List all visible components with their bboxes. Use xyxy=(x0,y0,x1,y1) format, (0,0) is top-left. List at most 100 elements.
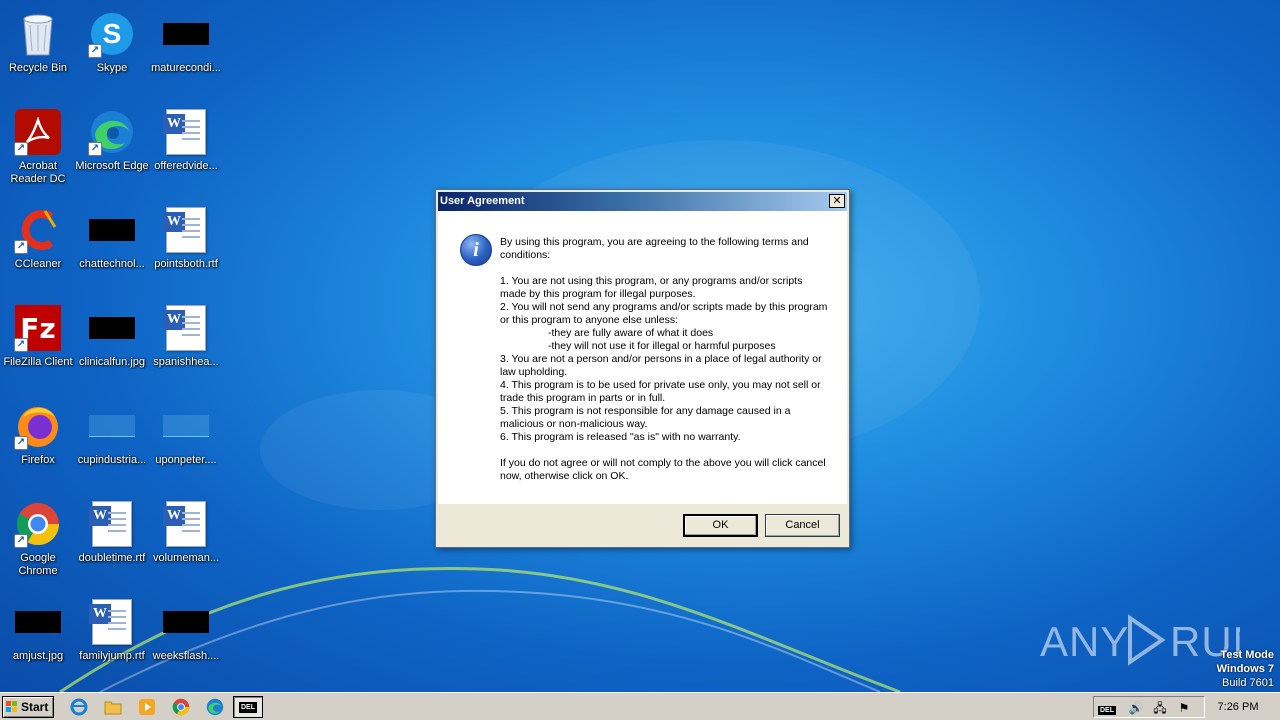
edge-taskbar-icon[interactable] xyxy=(204,697,226,717)
ccleaner-icon: ↗ xyxy=(14,206,62,254)
dialog-body: i By using this program, you are agreein… xyxy=(438,211,847,504)
filezilla-icon: Fz ↗ xyxy=(14,304,62,352)
desktop-icon-label: offeredvide... xyxy=(154,160,218,172)
agreement-subterm: -they will not use it for illegal or har… xyxy=(548,340,776,352)
desktop-icon-label: amjust.jpg xyxy=(12,650,64,662)
word-document-icon: W xyxy=(162,206,210,254)
word-document-icon: W xyxy=(162,304,210,352)
desktop-icon-cupindustria[interactable]: cupindustria... xyxy=(74,396,150,488)
desktop-icon-familyjump[interactable]: W familyjump.rtf xyxy=(74,592,150,684)
desktop-icon-doubletime[interactable]: W doubletime.rtf xyxy=(74,494,150,586)
app-badge: DEL xyxy=(239,701,257,713)
desktop-icon-label: maturecondi... xyxy=(151,62,221,74)
agreement-closing: If you do not agree or will not comply t… xyxy=(500,457,829,482)
ok-button[interactable]: OK xyxy=(683,514,758,537)
desktop-icon-label: Acrobat Reader DC xyxy=(10,160,66,185)
desktop-icon-label: familyjump.rtf xyxy=(79,650,145,662)
desktop-icon-offeredvide[interactable]: W offeredvide... xyxy=(148,102,224,194)
agreement-term: 2. You will not send any programs and/or… xyxy=(500,301,831,326)
shortcut-arrow-icon: ↗ xyxy=(14,142,28,156)
desktop-icon-label: Skype xyxy=(96,62,128,74)
user-agreement-dialog: User Agreement ✕ i By using this program… xyxy=(435,189,850,548)
edge-icon: ↗ xyxy=(88,108,136,156)
desktop-icon-amjust[interactable]: amjust.jpg xyxy=(0,592,76,684)
start-label: Start xyxy=(21,700,49,714)
desktop-icon-edge[interactable]: ↗ Microsoft Edge xyxy=(74,102,150,194)
agreement-term: 4. This program is to be used for privat… xyxy=(500,379,824,404)
desktop-icon-chattechnol[interactable]: chattechnol... xyxy=(74,200,150,292)
agreement-term: 6. This program is released "as is" with… xyxy=(500,431,741,443)
word-document-icon: W xyxy=(162,500,210,548)
desktop-icon-volumeman[interactable]: W volumeman... xyxy=(148,494,224,586)
desktop-icon-skype[interactable]: S ↗ Skype xyxy=(74,4,150,96)
taskbar-active-app[interactable]: DEL xyxy=(233,696,263,718)
agreement-subterm: -they are fully aware of what it does xyxy=(548,327,714,339)
desktop-icon-firefox[interactable]: ↗ Firefox xyxy=(0,396,76,488)
desktop-icon-acrobat-reader[interactable]: ↗ Acrobat Reader DC xyxy=(0,102,76,194)
test-mode-notice: Test Mode Windows 7 Build 7601 xyxy=(1217,648,1274,690)
agreement-intro: By using this program, you are agreeing … xyxy=(500,236,812,261)
taskbar: Start DEL DEL 🔊 🖧 ⚑ 7:26 PM xyxy=(0,692,1280,720)
os-name-line: Windows 7 xyxy=(1216,663,1274,675)
image-file-icon xyxy=(162,598,210,646)
agreement-term: 1. You are not using this program, or an… xyxy=(500,275,806,300)
desktop-icon-label: Google Chrome xyxy=(18,552,58,577)
file-explorer-icon[interactable] xyxy=(102,697,124,717)
tray-app-icon[interactable]: DEL xyxy=(1098,700,1116,716)
word-document-icon: W xyxy=(88,500,136,548)
windows-flag-icon xyxy=(6,701,18,713)
desktop-icon-label: cupindustria... xyxy=(77,454,147,466)
build-line: Build 7601 xyxy=(1222,677,1274,689)
desktop-icon-label: spanishhea... xyxy=(153,356,219,368)
desktop-icon-label: FileZilla Client xyxy=(3,356,73,368)
agreement-term: 5. This program is not responsible for a… xyxy=(500,405,794,430)
desktop-icon-label: clinicalfun.jpg xyxy=(78,356,146,368)
file-icon xyxy=(88,402,136,450)
shortcut-arrow-icon: ↗ xyxy=(14,534,28,548)
desktop-icon-uponpeter[interactable]: uponpeter.... xyxy=(148,396,224,488)
word-document-icon: W xyxy=(88,598,136,646)
start-button[interactable]: Start xyxy=(2,696,54,718)
cancel-button[interactable]: Cancel xyxy=(765,514,840,537)
dialog-titlebar[interactable]: User Agreement ✕ xyxy=(438,192,847,211)
desktop-icon-label: pointsboth.rtf xyxy=(154,258,218,270)
image-file-icon xyxy=(162,10,210,58)
close-button[interactable]: ✕ xyxy=(829,194,845,208)
chrome-icon: ↗ xyxy=(14,500,62,548)
media-player-icon[interactable] xyxy=(136,697,158,717)
desktop-icon-spanishhea[interactable]: W spanishhea... xyxy=(148,298,224,390)
desktop-icon-label: Firefox xyxy=(21,454,55,466)
shortcut-arrow-icon: ↗ xyxy=(14,436,28,450)
desktop-icon-label: chattechnol... xyxy=(79,258,145,270)
test-mode-line: Test Mode xyxy=(1220,649,1274,661)
desktop-icon-chrome[interactable]: ↗ Google Chrome xyxy=(0,494,76,586)
skype-icon: S ↗ xyxy=(88,10,136,58)
desktop-icon-clinicalfun[interactable]: clinicalfun.jpg xyxy=(74,298,150,390)
desktop-icon-maturecondi[interactable]: maturecondi... xyxy=(148,4,224,96)
action-center-flag-icon[interactable]: ⚑ xyxy=(1176,700,1192,716)
word-document-icon: W xyxy=(162,108,210,156)
desktop-icon-label: Recycle Bin xyxy=(8,62,68,74)
taskbar-clock[interactable]: 7:26 PM xyxy=(1200,696,1276,718)
desktop-icon-ccleaner[interactable]: ↗ CCleaner xyxy=(0,200,76,292)
desktop-icon-weeksflash[interactable]: weeksflash.... xyxy=(148,592,224,684)
agreement-text: By using this program, you are agreeing … xyxy=(500,236,830,483)
desktop-icon-filezilla[interactable]: Fz ↗ FileZilla Client xyxy=(0,298,76,390)
shortcut-arrow-icon: ↗ xyxy=(88,44,102,58)
desktop-icon-pointsboth[interactable]: W pointsboth.rtf xyxy=(148,200,224,292)
recycle-bin-icon xyxy=(14,10,62,58)
image-file-icon xyxy=(14,598,62,646)
network-icon[interactable]: 🖧 xyxy=(1152,700,1168,716)
shortcut-arrow-icon: ↗ xyxy=(14,240,28,254)
shortcut-arrow-icon: ↗ xyxy=(14,338,28,352)
desktop-icon-label: uponpeter.... xyxy=(155,454,217,466)
volume-icon[interactable]: 🔊 xyxy=(1128,700,1144,716)
chrome-taskbar-icon[interactable] xyxy=(170,697,192,717)
system-tray: DEL 🔊 🖧 ⚑ xyxy=(1093,696,1205,718)
desktop-icon-recycle-bin[interactable]: Recycle Bin xyxy=(0,4,76,96)
internet-explorer-icon[interactable] xyxy=(68,697,90,717)
desktop-icon-label: CCleaner xyxy=(14,258,62,270)
anyrun-watermark: ANY RUN xyxy=(1040,610,1263,670)
image-file-icon xyxy=(88,206,136,254)
svg-text:ANY: ANY xyxy=(1040,618,1129,665)
